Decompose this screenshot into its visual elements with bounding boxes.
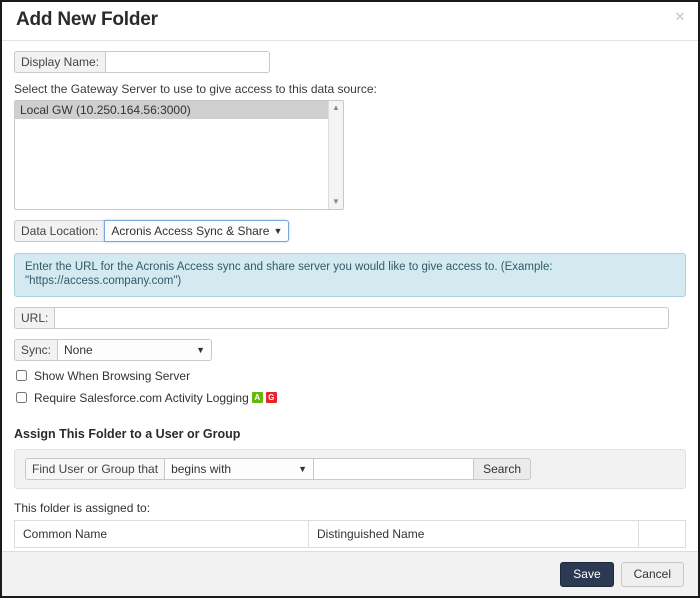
sync-label: Sync: xyxy=(14,338,58,361)
badge-g-icon: G xyxy=(265,392,277,404)
data-location-select-wrap: Acronis Access Sync & Share ▼ xyxy=(104,220,290,242)
gateway-helper-text: Select the Gateway Server to use to give… xyxy=(14,82,377,96)
page-title: Add New Folder xyxy=(16,9,158,30)
url-input[interactable] xyxy=(54,306,670,329)
scroll-up-icon[interactable]: ▲ xyxy=(329,102,343,114)
save-button[interactable]: Save xyxy=(560,561,614,587)
sync-select[interactable]: None xyxy=(57,338,213,361)
add-new-folder-dialog: Add New Folder ✕ Display Name: Select th… xyxy=(0,0,700,598)
display-name-group: Display Name: xyxy=(14,51,271,73)
show-when-browsing-row: Show When Browsing Server xyxy=(14,369,686,383)
display-name-row: Display Name: xyxy=(14,51,686,73)
search-button[interactable]: Search xyxy=(474,457,532,480)
data-location-select[interactable]: Acronis Access Sync & Share xyxy=(104,220,290,242)
sync-select-wrap: None ▼ xyxy=(57,338,213,361)
listbox-scrollbar[interactable]: ▲ ▼ xyxy=(328,101,343,209)
find-user-group: Find User or Group that begins with ▼ Se… xyxy=(25,457,532,480)
require-salesforce-logging-label: Require Salesforce.com Activity Logging xyxy=(34,390,249,405)
data-location-row: Data Location: Acronis Access Sync & Sha… xyxy=(14,220,686,242)
assigned-table: Common Name Distinguished Name xyxy=(14,519,686,548)
gateway-server-listbox[interactable]: Local GW (10.250.164.56:3000) ▲ ▼ xyxy=(14,100,344,210)
display-name-label: Display Name: xyxy=(14,51,106,73)
sync-group: Sync: None ▼ xyxy=(14,338,213,361)
url-label: URL: xyxy=(14,306,55,329)
search-scope-wrap: begins with ▼ xyxy=(164,457,315,480)
url-group: URL: xyxy=(14,306,670,329)
close-icon[interactable]: ✕ xyxy=(673,10,687,24)
column-header-common-name: Common Name xyxy=(14,519,309,548)
user-group-search-panel: Find User or Group that begins with ▼ Se… xyxy=(14,448,686,489)
url-row: URL: xyxy=(14,306,686,329)
column-header-distinguished-name: Distinguished Name xyxy=(308,519,639,548)
column-header-actions xyxy=(638,519,686,548)
find-user-label: Find User or Group that xyxy=(25,457,165,480)
data-location-label: Data Location: xyxy=(14,220,105,242)
search-scope-select[interactable]: begins with xyxy=(164,457,315,480)
dialog-body: Display Name: Select the Gateway Server … xyxy=(2,41,698,551)
show-when-browsing-label: Show When Browsing Server xyxy=(34,368,191,383)
info-banner: Enter the URL for the Acronis Access syn… xyxy=(14,253,686,297)
gateway-option-local-gw[interactable]: Local GW (10.250.164.56:3000) xyxy=(15,101,329,119)
dialog-footer: Save Cancel xyxy=(2,551,698,596)
scroll-down-icon[interactable]: ▼ xyxy=(329,196,343,208)
show-when-browsing-checkbox[interactable] xyxy=(16,370,27,382)
assigned-to-label: This folder is assigned to: xyxy=(14,500,151,515)
assign-section-title: Assign This Folder to a User or Group xyxy=(14,426,241,441)
display-name-input[interactable] xyxy=(105,51,271,73)
data-location-group: Data Location: Acronis Access Sync & Sha… xyxy=(14,220,290,242)
sync-row: Sync: None ▼ xyxy=(14,338,686,361)
require-salesforce-logging-row: Require Salesforce.com Activity Logging … xyxy=(14,391,686,405)
table-header-row: Common Name Distinguished Name xyxy=(14,519,686,548)
cancel-button[interactable]: Cancel xyxy=(620,561,684,587)
badge-a-icon: A xyxy=(251,392,263,404)
dialog-header: Add New Folder ✕ xyxy=(2,2,698,41)
search-input[interactable] xyxy=(314,457,475,480)
require-salesforce-logging-checkbox[interactable] xyxy=(16,392,27,404)
